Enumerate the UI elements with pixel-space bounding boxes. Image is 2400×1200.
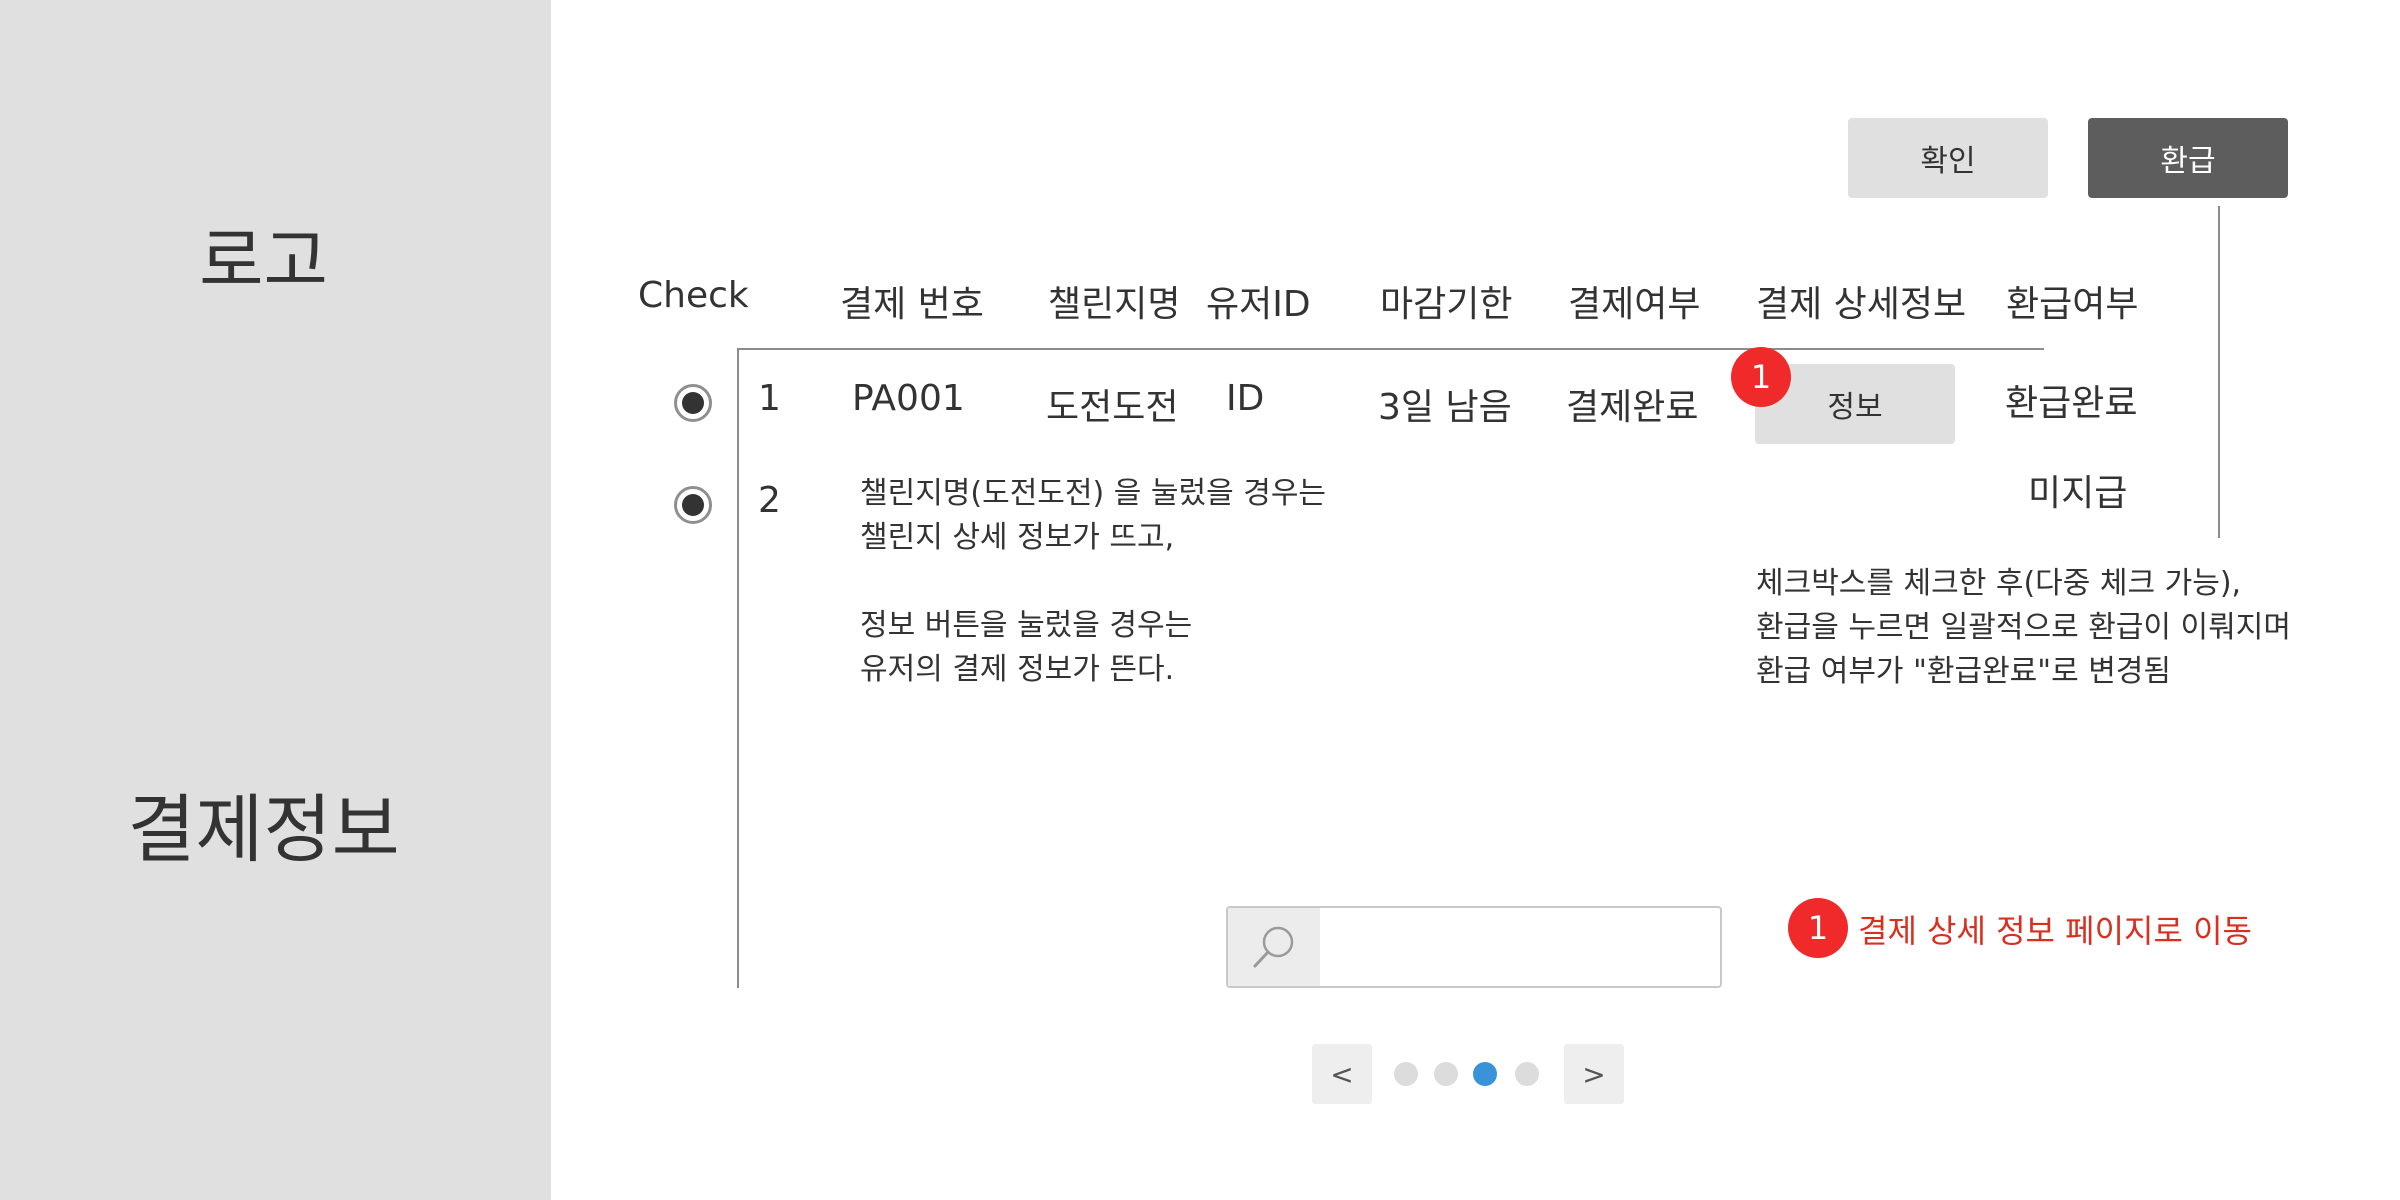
note-line: 유저의 결제 정보가 뜬다. bbox=[860, 652, 1175, 687]
sidebar bbox=[0, 0, 551, 1200]
refund-note: 체크박스를 체크한 후(다중 체크 가능), 환급을 누르면 일괄적으로 환급이… bbox=[1756, 562, 2291, 694]
logo[interactable]: 로고 bbox=[0, 205, 527, 306]
header-challenge-name: 챌린지명 bbox=[1048, 284, 1181, 325]
row-1-checkbox[interactable] bbox=[674, 384, 712, 422]
search-icon[interactable] bbox=[1228, 908, 1320, 986]
header-check: Check bbox=[638, 275, 749, 316]
challenge-note: 챌린지명(도전도전) 을 눌렀을 경우는 챌린지 상세 정보가 뜨고, 정보 버… bbox=[860, 472, 1326, 692]
sidebar-item-payment-info[interactable]: 결제정보 bbox=[0, 770, 527, 877]
search-input[interactable] bbox=[1320, 908, 1720, 986]
radio-selected-dot bbox=[682, 392, 704, 414]
table-header-divider bbox=[738, 348, 2044, 350]
row-1-payment-status: 결제완료 bbox=[1566, 387, 1699, 428]
header-refund-status: 환급여부 bbox=[2006, 284, 2139, 325]
legend-text: 결제 상세 정보 페이지로 이동 bbox=[1858, 912, 2252, 950]
pagination-next-button[interactable]: > bbox=[1564, 1044, 1624, 1104]
pagination-dot-active[interactable] bbox=[1473, 1062, 1497, 1086]
pagination-dot[interactable] bbox=[1434, 1062, 1458, 1086]
row-1-user-id: ID bbox=[1226, 378, 1265, 419]
pagination-dot[interactable] bbox=[1394, 1062, 1418, 1086]
refund-annotation-connector bbox=[2218, 206, 2220, 538]
note-line: 정보 버튼을 눌렀을 경우는 bbox=[860, 608, 1193, 643]
annotation-badge: 1 bbox=[1731, 347, 1791, 407]
note-line: 환급 여부가 "환급완료"로 변경됨 bbox=[1756, 654, 2172, 689]
confirm-button[interactable]: 확인 bbox=[1848, 118, 2048, 198]
note-line: 챌린지명(도전도전) 을 눌렀을 경우는 bbox=[860, 476, 1327, 511]
note-spacer bbox=[860, 560, 1326, 604]
header-deadline: 마감기한 bbox=[1380, 284, 1513, 325]
note-line: 챌린지 상세 정보가 뜨고, bbox=[860, 520, 1175, 555]
header-payment-number: 결제 번호 bbox=[840, 284, 984, 325]
note-line: 체크박스를 체크한 후(다중 체크 가능), bbox=[1756, 566, 2242, 601]
table-left-border bbox=[737, 348, 739, 988]
row-1-deadline: 3일 남음 bbox=[1378, 387, 1512, 428]
header-payment-status: 결제여부 bbox=[1568, 284, 1701, 325]
pagination-dot[interactable] bbox=[1515, 1062, 1539, 1086]
header-payment-detail: 결제 상세정보 bbox=[1756, 284, 1967, 325]
row-1-payment-id: PA001 bbox=[852, 378, 965, 419]
row-1-number: 1 bbox=[758, 378, 781, 419]
row-1-challenge-name-link[interactable]: 도전도전 bbox=[1046, 378, 1178, 430]
note-line: 환급을 누르면 일괄적으로 환급이 이뤄지며 bbox=[1756, 610, 2291, 645]
radio-selected-dot bbox=[682, 494, 704, 516]
row-2-checkbox[interactable] bbox=[674, 486, 712, 524]
legend-badge: 1 bbox=[1788, 898, 1848, 958]
row-2-refund-status: 미지급 bbox=[2028, 473, 2128, 514]
refund-button[interactable]: 환급 bbox=[2088, 118, 2288, 198]
pagination-prev-button[interactable]: < bbox=[1312, 1044, 1372, 1104]
row-2-number: 2 bbox=[758, 480, 781, 521]
row-1-refund-status: 환급완료 bbox=[2005, 383, 2138, 424]
header-user-id: 유저ID bbox=[1206, 284, 1311, 325]
search-box[interactable] bbox=[1226, 906, 1722, 988]
